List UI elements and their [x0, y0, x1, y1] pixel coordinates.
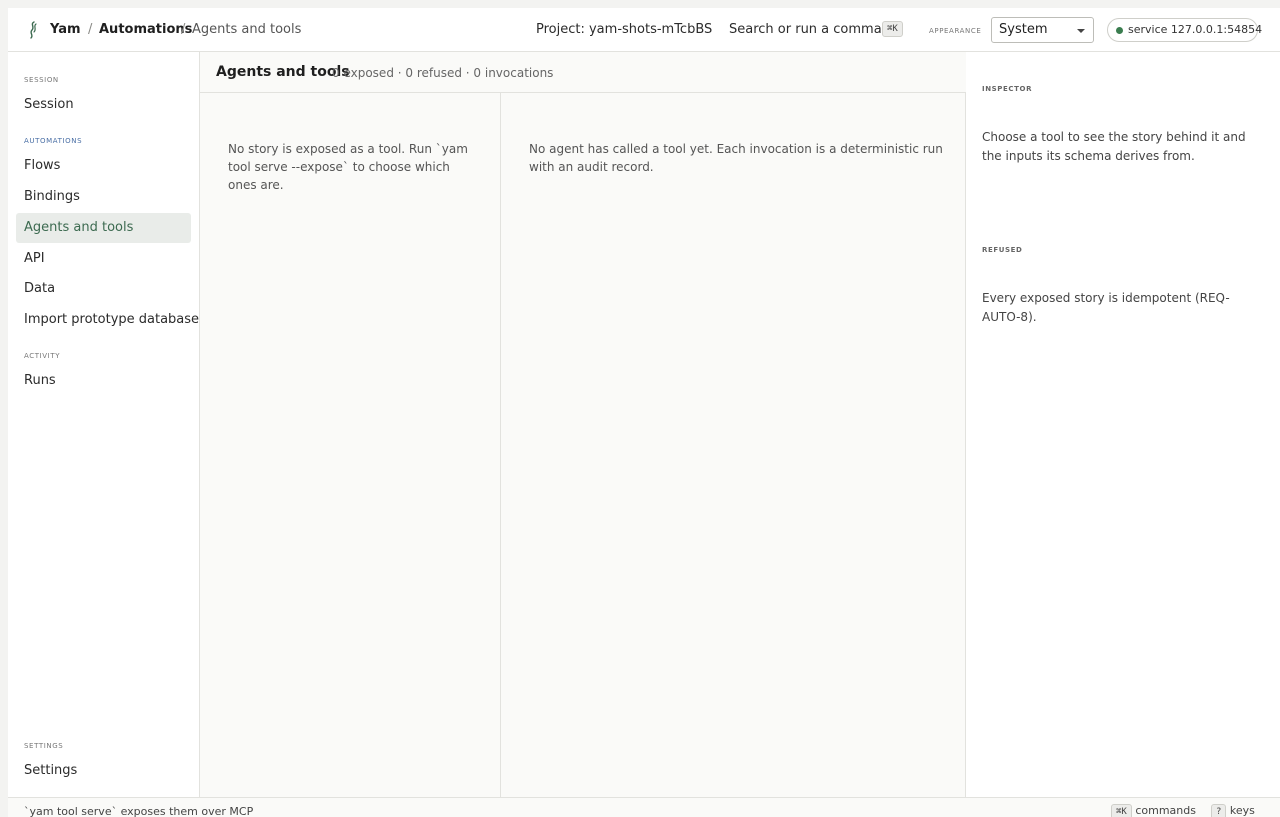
commands-label: commands — [1135, 804, 1196, 817]
top-bar: Yam / Automations / Agents and tools Pro… — [8, 8, 1280, 52]
sidebar-item-runs[interactable]: Runs — [16, 366, 191, 396]
keys-shortcut[interactable]: ? keys — [1211, 804, 1255, 817]
sidebar-item-api[interactable]: API — [16, 244, 191, 274]
invocations-empty-state: No agent has called a tool yet. Each inv… — [529, 142, 943, 174]
command-shortcut-kbd: ⌘K — [882, 21, 903, 37]
tools-empty-state: No story is exposed as a tool. Run `yam … — [228, 142, 468, 192]
sidebar-section-settings: SETTINGS — [24, 742, 64, 750]
appearance-select[interactable]: System — [991, 17, 1094, 43]
commands-shortcut[interactable]: ⌘K commands — [1111, 804, 1196, 817]
sidebar-item-import-prototype-database[interactable]: Import prototype database — [16, 305, 199, 335]
sidebar-item-session[interactable]: Session — [16, 90, 191, 120]
sidebar-section-automations: AUTOMATIONS — [24, 137, 83, 145]
yam-logo-icon — [30, 21, 37, 39]
breadcrumb-separator: / — [88, 22, 93, 37]
sidebar: SESSION Session AUTOMATIONS Flows Bindin… — [8, 52, 200, 797]
invocations-panel: No agent has called a tool yet. Each inv… — [501, 93, 966, 797]
breadcrumb-current-page: Agents and tools — [192, 22, 302, 37]
app-window: Yam / Automations / Agents and tools Pro… — [8, 8, 1280, 817]
footer-hint: `yam tool serve` exposes them over MCP — [24, 805, 254, 817]
refused-text: Every exposed story is idempotent (REQ-A… — [982, 291, 1230, 324]
inspector-empty-text: Choose a tool to see the story behind it… — [982, 130, 1246, 163]
service-address: service 127.0.0.1:54854 — [1128, 23, 1263, 36]
inspector-panel: INSPECTOR Choose a tool to see the story… — [966, 52, 1280, 797]
breadcrumb-automations[interactable]: Automations — [99, 22, 192, 38]
sidebar-item-flows[interactable]: Flows — [16, 151, 191, 181]
appearance-label: APPEARANCE — [929, 27, 982, 35]
app-name-link[interactable]: Yam — [50, 22, 81, 38]
chevron-down-icon — [1077, 29, 1085, 33]
commands-kbd: ⌘K — [1111, 804, 1132, 817]
keys-label: keys — [1229, 804, 1255, 817]
refused-heading: REFUSED — [982, 246, 1023, 254]
sidebar-section-session: SESSION — [24, 76, 59, 84]
inspector-heading: INSPECTOR — [982, 85, 1033, 93]
sidebar-item-agents-and-tools[interactable]: Agents and tools — [16, 213, 191, 243]
page-title: Agents and tools — [216, 64, 350, 80]
command-palette-button[interactable]: Search or run a command — [729, 22, 898, 38]
main-header: Agents and tools 0 exposed · 0 refused ·… — [200, 52, 966, 93]
status-dot-icon — [1116, 27, 1123, 34]
page-stats: 0 exposed · 0 refused · 0 invocations — [332, 66, 554, 80]
sidebar-section-activity: ACTIVITY — [24, 352, 61, 360]
breadcrumb-separator: / — [181, 22, 186, 37]
status-bar: `yam tool serve` exposes them over MCP ⌘… — [8, 797, 1280, 817]
tools-list-panel: No story is exposed as a tool. Run `yam … — [200, 93, 501, 797]
service-status-badge: service 127.0.0.1:54854 — [1107, 18, 1262, 42]
sidebar-item-bindings[interactable]: Bindings — [16, 182, 191, 212]
sidebar-item-settings[interactable]: Settings — [16, 756, 191, 786]
sidebar-item-data[interactable]: Data — [16, 274, 191, 304]
project-selector[interactable]: Project: yam-shots-mTcbBS — [536, 22, 712, 38]
keys-kbd: ? — [1211, 804, 1227, 817]
appearance-select-value: System — [999, 22, 1048, 37]
